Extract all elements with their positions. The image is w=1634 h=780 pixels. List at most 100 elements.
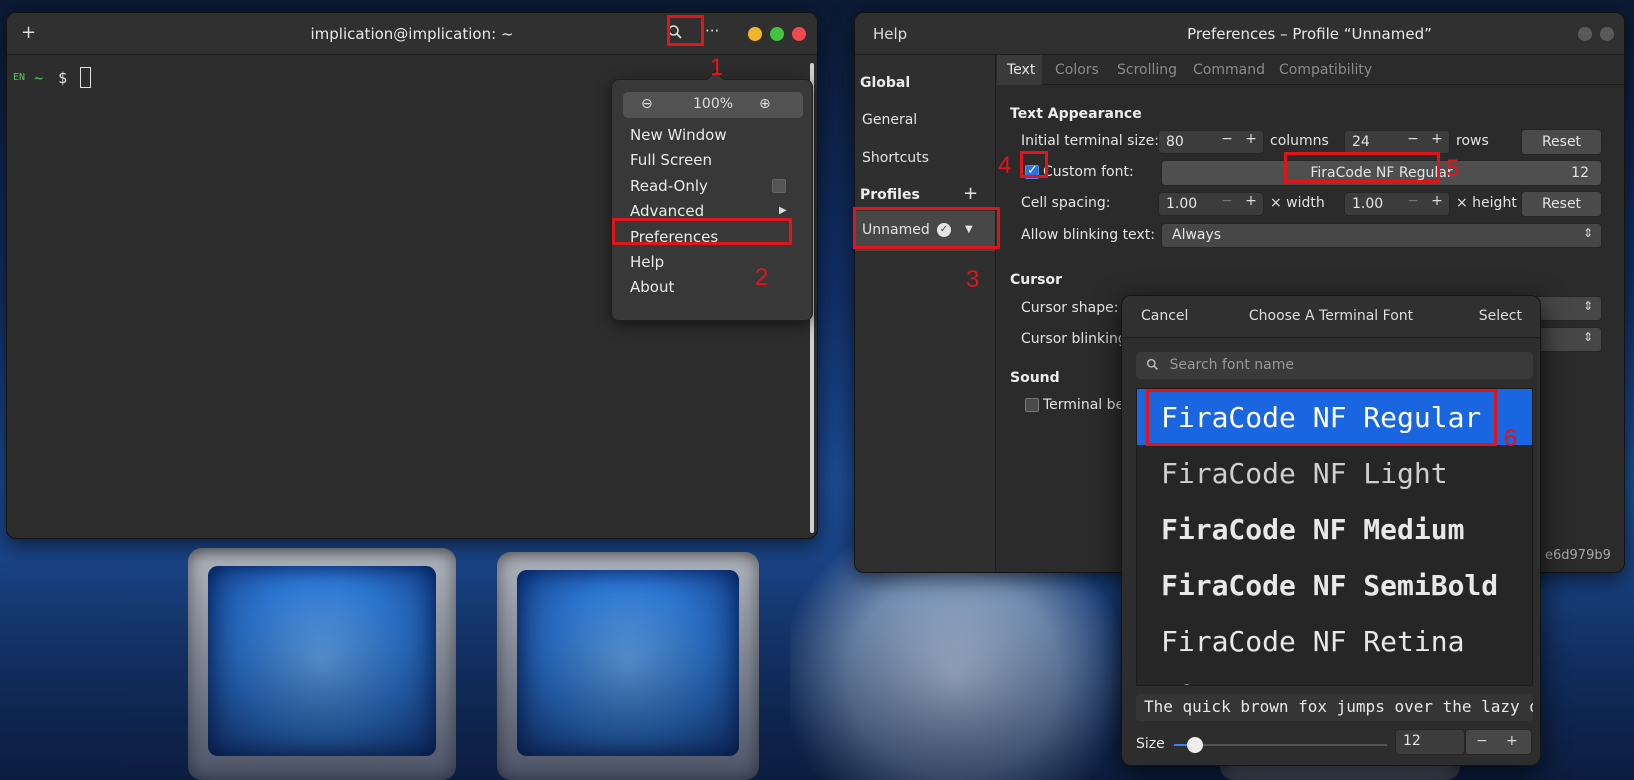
zoom-out-icon[interactable]: ⊖: [641, 96, 653, 112]
cell-width-field[interactable]: 1.00 − +: [1158, 192, 1264, 216]
height-decrease-icon[interactable]: −: [1401, 193, 1425, 215]
sidebar-item-general[interactable]: General: [862, 112, 917, 128]
prompt-dir: ~: [34, 69, 44, 87]
width-unit: × width: [1270, 195, 1325, 211]
help-button[interactable]: Help: [873, 25, 907, 43]
shell-prompt: EN ~ $: [13, 67, 92, 88]
preferences-tabs: Text Colors Scrolling Command Compatibil…: [997, 55, 1624, 85]
minimize-button[interactable]: [748, 27, 762, 41]
font-chooser-dialog: Cancel Choose A Terminal Font Select Sea…: [1121, 295, 1541, 766]
terminal-bell-checkbox[interactable]: [1025, 398, 1039, 412]
annotation-number-3: 3: [966, 266, 980, 293]
cell-height-value: 1.00: [1352, 196, 1384, 212]
submenu-arrow-icon: ▶: [779, 205, 787, 216]
reset-size-button[interactable]: Reset: [1521, 129, 1602, 155]
terminal-bell-label: Terminal bel: [1043, 397, 1129, 413]
annotation-number-4: 4: [998, 152, 1012, 179]
font-item-bold[interactable]: FiraCode NF Bold: [1137, 669, 1532, 685]
tab-scrolling[interactable]: Scrolling: [1117, 62, 1177, 78]
size-label: Size: [1136, 736, 1165, 752]
height-unit: × height: [1456, 195, 1517, 211]
profiles-heading: Profiles: [860, 187, 920, 203]
cell-height-field[interactable]: 1.00 − +: [1344, 192, 1450, 216]
text-appearance-heading: Text Appearance: [1010, 106, 1142, 122]
height-increase-icon[interactable]: +: [1425, 193, 1449, 215]
annotation-box-menu: [667, 15, 704, 46]
annotation-box-profile: [853, 207, 1000, 249]
tab-compatibility[interactable]: Compatibility: [1279, 62, 1372, 78]
zoom-control: ⊖ 100% ⊕: [623, 92, 803, 118]
size-stepper[interactable]: − +: [1465, 729, 1532, 755]
pref-close-button[interactable]: [1600, 27, 1614, 41]
font-size-value: 12: [1571, 165, 1589, 181]
read-only-checkbox[interactable]: [772, 179, 786, 193]
global-heading: Global: [860, 75, 911, 91]
annotation-number-5: 5: [1446, 155, 1460, 182]
font-dialog-title: Choose A Terminal Font: [1248, 308, 1414, 324]
cursor-blinking-label: Cursor blinking: [1021, 331, 1127, 347]
add-profile-icon[interactable]: +: [963, 183, 978, 204]
rows-value: 24: [1352, 134, 1370, 150]
cell-width-value: 1.00: [1166, 196, 1198, 212]
reset-spacing-button[interactable]: Reset: [1521, 191, 1602, 217]
annotation-number-6: 6: [1504, 425, 1518, 452]
columns-value: 80: [1166, 134, 1184, 150]
updown-arrow-icon: ⇕: [1582, 330, 1593, 344]
close-button[interactable]: [792, 27, 806, 41]
menu-new-window[interactable]: New Window: [630, 126, 727, 144]
annotation-box-checkbox: [1020, 151, 1048, 178]
blink-select[interactable]: Always ⇕: [1161, 223, 1602, 248]
menu-read-only[interactable]: Read-Only: [630, 177, 708, 195]
font-item-medium[interactable]: FiraCode NF Medium: [1137, 501, 1532, 557]
font-dialog-headerbar: Cancel Choose A Terminal Font Select: [1122, 296, 1540, 338]
columns-field[interactable]: 80 − +: [1158, 130, 1264, 154]
menu-help[interactable]: Help: [630, 253, 664, 271]
preferences-sidebar: Global General Shortcuts Profiles + Unna…: [855, 55, 996, 572]
rows-unit: rows: [1456, 133, 1489, 149]
tab-colors[interactable]: Colors: [1055, 62, 1099, 78]
font-item-light[interactable]: FiraCode NF Light: [1137, 445, 1532, 501]
blink-label: Allow blinking text:: [1021, 227, 1155, 243]
search-placeholder: Search font name: [1169, 357, 1295, 373]
size-slider-knob[interactable]: [1187, 737, 1204, 753]
select-button[interactable]: Select: [1479, 308, 1522, 324]
width-decrease-icon[interactable]: −: [1215, 193, 1239, 215]
sidebar-item-shortcuts[interactable]: Shortcuts: [862, 150, 929, 166]
menu-dots-icon[interactable]: ···: [705, 22, 719, 40]
annotation-box-font-item: [1146, 389, 1497, 446]
font-item-retina[interactable]: FiraCode NF Retina: [1137, 613, 1532, 669]
rows-decrease-icon[interactable]: −: [1401, 131, 1425, 153]
cursor-heading: Cursor: [1010, 272, 1063, 288]
tab-text[interactable]: Text: [1007, 62, 1035, 78]
font-search-input[interactable]: Search font name: [1136, 352, 1533, 379]
columns-increase-icon[interactable]: +: [1239, 131, 1263, 153]
custom-font-label: Custom font:: [1043, 164, 1134, 180]
size-decrease-icon[interactable]: −: [1476, 733, 1488, 749]
tab-command[interactable]: Command: [1193, 62, 1265, 78]
size-field[interactable]: 12: [1395, 729, 1465, 755]
size-increase-icon[interactable]: +: [1506, 733, 1518, 749]
sound-heading: Sound: [1010, 370, 1060, 386]
version-text: e6d979b9: [1545, 548, 1611, 563]
size-slider[interactable]: [1174, 737, 1387, 753]
menu-about[interactable]: About: [630, 278, 674, 296]
columns-decrease-icon[interactable]: −: [1215, 131, 1239, 153]
cell-spacing-label: Cell spacing:: [1021, 195, 1111, 211]
blink-value: Always: [1172, 227, 1222, 243]
rows-field[interactable]: 24 − +: [1344, 130, 1450, 154]
columns-unit: columns: [1270, 133, 1329, 149]
preferences-title: Preferences – Profile “Unnamed”: [1187, 25, 1432, 43]
terminal-size-label: Initial terminal size:: [1021, 133, 1159, 149]
zoom-level[interactable]: 100%: [693, 96, 733, 112]
rows-increase-icon[interactable]: +: [1425, 131, 1449, 153]
annotation-number-1: 1: [710, 54, 724, 81]
pref-minimize-button[interactable]: [1578, 27, 1592, 41]
annotation-number-2: 2: [755, 264, 769, 291]
zoom-in-icon[interactable]: ⊕: [759, 96, 771, 112]
width-increase-icon[interactable]: +: [1239, 193, 1263, 215]
font-item-semibold[interactable]: FiraCode NF SemiBold: [1137, 557, 1532, 613]
menu-full-screen[interactable]: Full Screen: [630, 151, 712, 169]
main-menu-popover: ⊖ 100% ⊕ New Window Full Screen Read-Onl…: [611, 79, 813, 321]
prompt-symbol: $: [58, 69, 68, 87]
maximize-button[interactable]: [770, 27, 784, 41]
